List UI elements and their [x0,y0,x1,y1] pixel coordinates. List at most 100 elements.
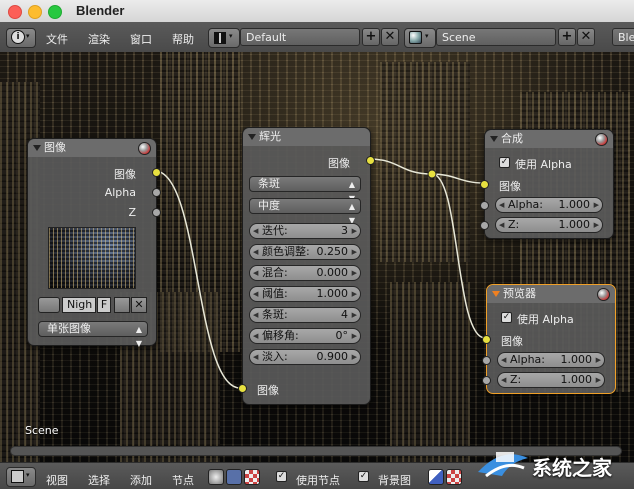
menu-help[interactable]: 帮助 [172,31,194,47]
menu-node[interactable]: 节点 [172,472,194,488]
backdrop-alpha-icon[interactable] [446,469,462,485]
scene-browse-button[interactable]: ▾ [404,28,436,48]
threshold-field[interactable]: ◀ 阈值: 1.000 ▶ [249,286,361,302]
plus-icon: + [561,29,573,44]
menu-view[interactable]: 视图 [46,472,68,488]
collapse-triangle-icon[interactable] [248,134,256,140]
scene-name-overlay: Scene [25,424,59,437]
preview-ball-icon[interactable] [595,133,608,146]
composite-z-input-socket[interactable] [480,221,489,230]
layout-name-field[interactable]: Default [240,28,360,46]
delete-layout-button[interactable]: ✕ [381,28,399,46]
collapse-triangle-icon[interactable] [490,136,498,142]
menu-render[interactable]: 渲染 [88,31,110,47]
zoom-window-button[interactable] [48,5,62,19]
chevron-down-icon: ▾ [425,32,429,40]
streaks-field[interactable]: ◀ 条斑: 4 ▶ [249,307,361,323]
preview-ball-icon[interactable] [138,142,151,155]
viewer-alpha-input-socket[interactable] [482,356,491,365]
close-icon: ✕ [580,29,592,44]
glare-node-header[interactable]: 辉光 [243,128,370,146]
use-nodes-checkbox[interactable]: ✓ [276,471,287,482]
composite-node-header[interactable]: 合成 [485,130,613,148]
threshold-label: 阈值: [262,287,288,300]
color-modulation-field[interactable]: ◀ 颜色调整: 0.250 ▶ [249,244,361,260]
collapse-triangle-icon[interactable] [33,145,41,151]
menu-add[interactable]: 添加 [130,472,152,488]
shader-type-icon[interactable] [208,469,224,485]
viewer-alpha-value: 1.000 [560,353,593,366]
close-window-button[interactable] [8,5,22,19]
image-browse-icon[interactable] [38,297,60,313]
info-icon: i [11,30,25,44]
glare-quality-select[interactable]: 中度 ▲ ▼ [249,198,361,225]
composite-image-input-socket[interactable] [480,180,489,189]
info-header: i ▾ 文件 渲染 窗口 帮助 ▾ Default + ✕ ▾ Scene + … [0,22,634,53]
image-node[interactable]: 图像 图像 Alpha Z Nigh F ✕ 单张图像 ▲ ▼ [27,138,161,348]
menu-select[interactable]: 选择 [88,472,110,488]
viewer-image-input-socket[interactable] [482,335,491,344]
render-engine-field[interactable]: Blen [612,28,634,46]
glare-type-select[interactable]: 条斑 ▲▼ [249,176,361,203]
chevron-down-icon: ▾ [26,471,30,479]
glare-image-output-label: 图像 [328,157,350,170]
open-image-folder-icon[interactable] [114,297,130,313]
viewer-image-input-label: 图像 [501,335,523,348]
viewer-node[interactable]: 预览器 ✓ 使用 Alpha 图像 ◀ Alpha: 1.000 ▶ ◀ Z: 1.000… [482,284,616,394]
unlink-image-icon[interactable]: ✕ [131,297,147,313]
composite-alpha-input-socket[interactable] [480,201,489,210]
fake-user-button[interactable]: F [97,297,111,313]
viewer-z-input-socket[interactable] [482,376,491,385]
delete-scene-button[interactable]: ✕ [577,28,595,46]
angle-offset-label: 偏移角: [262,329,299,342]
image-output-socket[interactable] [152,168,161,177]
backdrop-channels-icon[interactable] [428,469,444,485]
menu-file[interactable]: 文件 [46,31,68,47]
node-editor-type-button[interactable]: ▾ [6,467,36,487]
glare-node[interactable]: 辉光 图像 条斑 ▲▼ 中度 ▲▼ ◀迭代:3▶ ◀颜色调整:0.250▶ ◀混… [238,127,375,405]
iterations-field[interactable]: ◀ 迭代: 3 ▶ [249,223,361,239]
layout-browse-button[interactable]: ▾ [208,28,240,48]
glare-node-title: 辉光 [259,130,281,143]
image-node-header[interactable]: 图像 [28,139,156,157]
angle-offset-field[interactable]: ◀ 偏移角: 0° ▶ [249,328,361,344]
alpha-output-socket[interactable] [152,188,161,197]
fade-field[interactable]: ◀ 淡入: 0.900 ▶ [249,349,361,365]
scene-icon [409,31,422,44]
watermark-text: 系统之家 [532,456,612,480]
glare-image-output-socket[interactable] [366,156,375,165]
add-layout-button[interactable]: + [362,28,380,46]
viewer-z-field[interactable]: ◀ Z: 1.000 ▶ [497,372,605,388]
viewer-alpha-field[interactable]: ◀ Alpha: 1.000 ▶ [497,352,605,368]
z-output-socket[interactable] [152,208,161,217]
scene-name-field[interactable]: Scene [436,28,556,46]
watermark-logo-icon [478,452,528,478]
composite-node[interactable]: 合成 ✓ 使用 Alpha 图像 ◀ Alpha: 1.000 ▶ ◀ Z: 1.000 ▶ [480,129,614,239]
composite-z-field[interactable]: ◀ Z: 1.000 ▶ [495,217,603,233]
texture-type-icon[interactable] [244,469,260,485]
fade-label: 淡入: [262,350,288,363]
viewer-use-alpha-checkbox[interactable]: ✓ [501,312,512,323]
minimize-window-button[interactable] [28,5,42,19]
chevron-down-icon: ▾ [26,32,30,40]
glare-image-input-socket[interactable] [238,384,247,393]
preview-ball-icon[interactable] [597,288,610,301]
add-scene-button[interactable]: + [558,28,576,46]
streaks-value: 4 [341,308,348,321]
composite-use-alpha-checkbox[interactable]: ✓ [499,157,510,168]
image-name-field[interactable]: Nigh [62,297,96,313]
angle-offset-value: 0° [335,329,349,342]
backdrop-checkbox[interactable]: ✓ [358,471,369,482]
menu-window[interactable]: 窗口 [130,31,152,47]
composite-alpha-field[interactable]: ◀ Alpha: 1.000 ▶ [495,197,603,213]
updown-arrows-icon: ▲▼ [135,325,142,348]
mix-field[interactable]: ◀ 混合: 0.000 ▶ [249,265,361,281]
image-source-select[interactable]: 单张图像 ▲ ▼ [38,321,148,348]
mix-label: 混合: [262,266,288,279]
node-editor-backdrop[interactable]: 图像 图像 Alpha Z Nigh F ✕ 单张图像 ▲▼ 辉光 图像 条斑 [0,52,634,462]
glare-image-input-label: 图像 [257,384,279,397]
editor-type-button[interactable]: i ▾ [6,28,36,48]
viewer-node-header[interactable]: 预览器 [487,285,615,303]
collapse-triangle-icon[interactable] [492,291,500,297]
compositing-type-icon[interactable] [226,469,242,485]
